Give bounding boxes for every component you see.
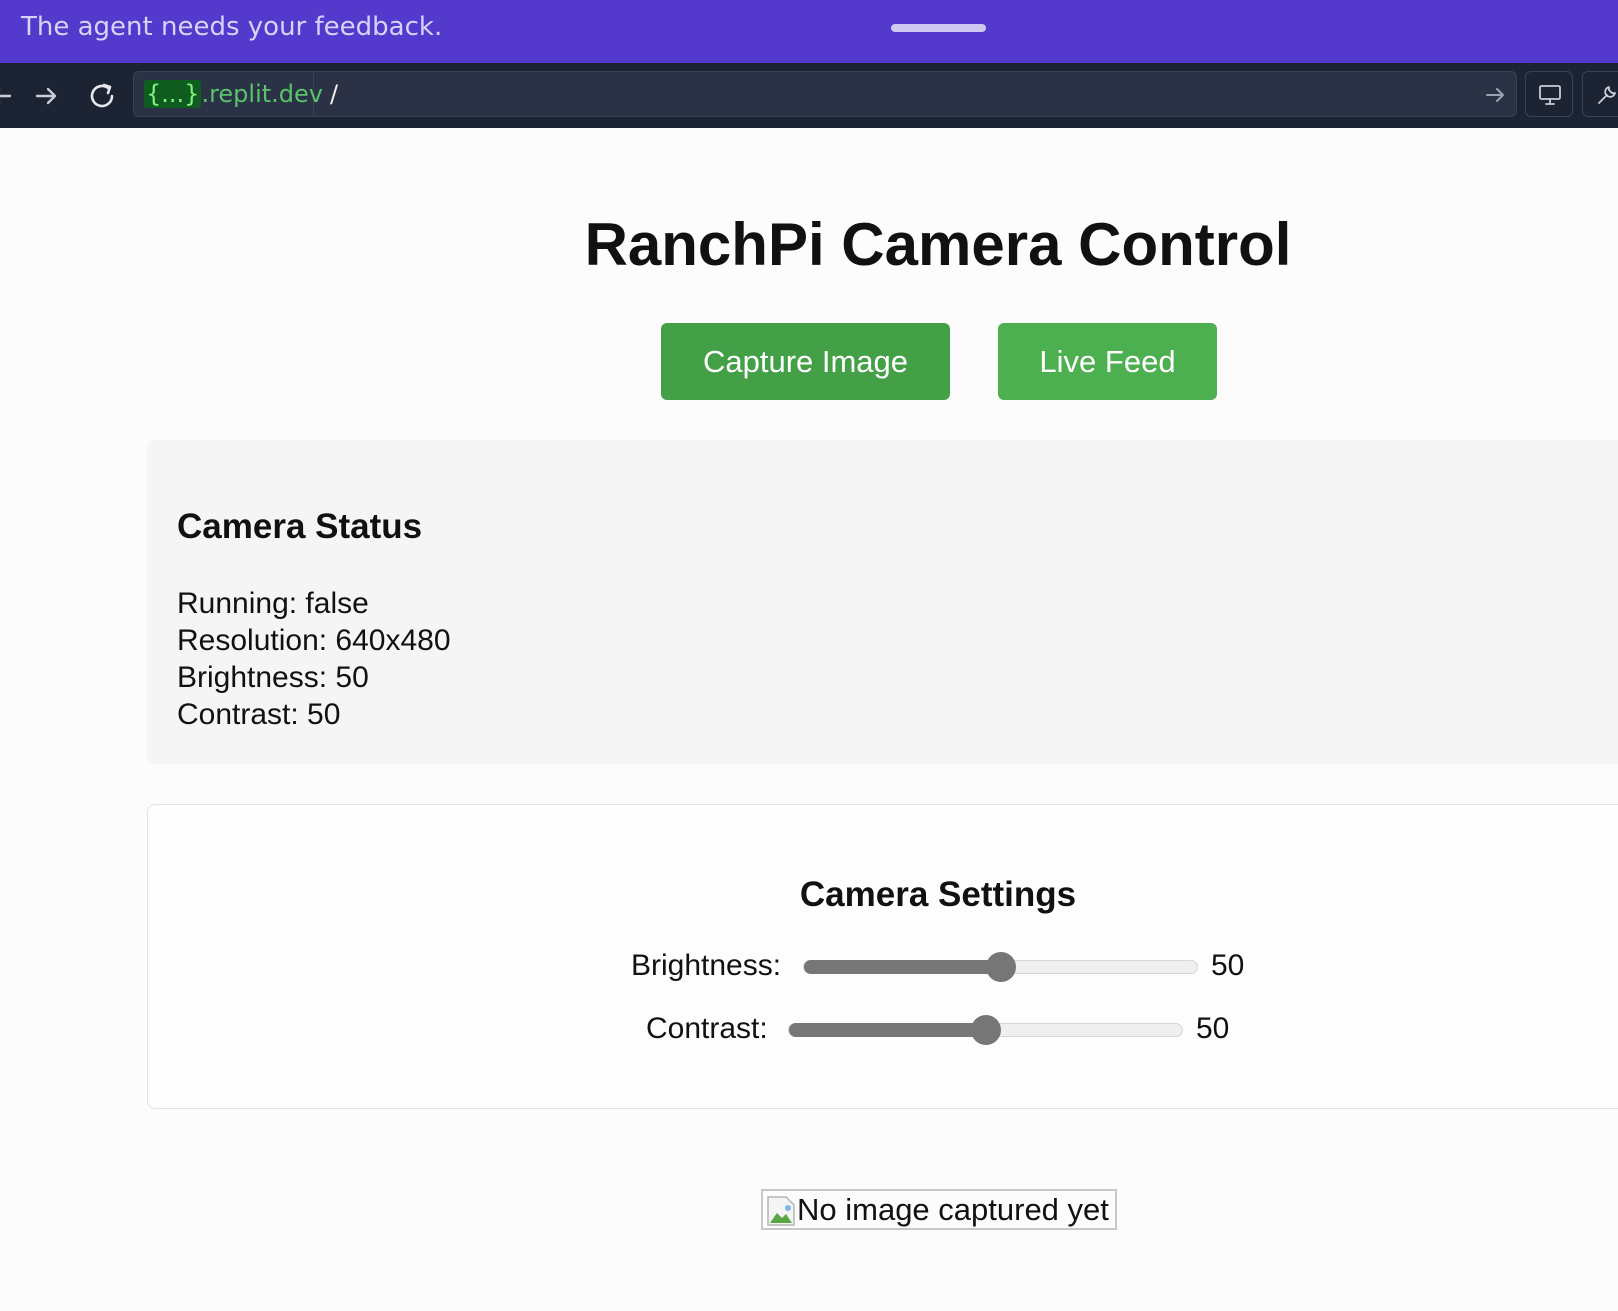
url-path-input[interactable]: / xyxy=(330,72,338,116)
back-arrow-icon[interactable] xyxy=(0,81,16,111)
contrast-label: Contrast: xyxy=(646,1012,768,1045)
page-title: RanchPi Camera Control xyxy=(584,211,1292,278)
contrast-slider-fill xyxy=(789,1023,986,1037)
capture-image-button[interactable]: Capture Image xyxy=(661,323,950,400)
broken-image-icon xyxy=(766,1195,796,1227)
go-arrow-icon[interactable] xyxy=(1484,84,1506,106)
brightness-slider[interactable] xyxy=(803,952,1198,982)
devtools-button[interactable] xyxy=(1582,71,1618,117)
brightness-label: Brightness: xyxy=(631,949,782,982)
contrast-slider[interactable] xyxy=(788,1015,1183,1045)
feedback-banner: The agent needs your feedback. xyxy=(0,0,1618,63)
contrast-value: 50 xyxy=(1196,1012,1230,1045)
brightness-slider-fill xyxy=(804,960,1001,974)
monitor-icon xyxy=(1539,85,1561,105)
reload-icon[interactable] xyxy=(87,81,117,111)
brightness-slider-thumb[interactable] xyxy=(985,952,1016,982)
camera-status-title: Camera Status xyxy=(177,507,423,546)
page-content: RanchPi Camera Control Capture Image Liv… xyxy=(0,128,1618,1311)
status-running: Running: false xyxy=(177,587,369,620)
url-host: {...}.replit.dev xyxy=(134,72,323,116)
camera-status-card: Camera Status Running: false Resolution:… xyxy=(147,440,1618,764)
status-brightness: Brightness: 50 xyxy=(177,661,369,694)
browser-toolbar: {...}.replit.dev / xyxy=(0,63,1618,128)
contrast-row: Contrast: 50 xyxy=(646,1009,1236,1049)
status-resolution: Resolution: 640x480 xyxy=(177,624,451,657)
image-alt-text: No image captured yet xyxy=(797,1192,1109,1227)
url-host-highlight: {...} xyxy=(144,80,202,108)
brightness-row: Brightness: 50 xyxy=(631,946,1251,986)
status-contrast: Contrast: 50 xyxy=(177,698,341,731)
device-preview-button[interactable] xyxy=(1525,71,1573,117)
forward-arrow-icon[interactable] xyxy=(31,81,61,111)
status-list: Running: false Resolution: 640x480 Brigh… xyxy=(177,585,451,733)
drag-handle[interactable] xyxy=(891,24,986,32)
wrench-icon xyxy=(1598,86,1616,104)
url-bar[interactable]: {...}.replit.dev / xyxy=(133,71,1517,117)
camera-settings-title: Camera Settings xyxy=(799,875,1077,914)
url-host-rest: .replit.dev xyxy=(201,80,323,108)
feedback-banner-text: The agent needs your feedback. xyxy=(21,12,443,42)
contrast-slider-thumb[interactable] xyxy=(970,1015,1001,1045)
live-feed-button[interactable]: Live Feed xyxy=(998,323,1217,400)
brightness-value: 50 xyxy=(1211,949,1245,982)
captured-image: No image captured yet xyxy=(761,1189,1117,1230)
